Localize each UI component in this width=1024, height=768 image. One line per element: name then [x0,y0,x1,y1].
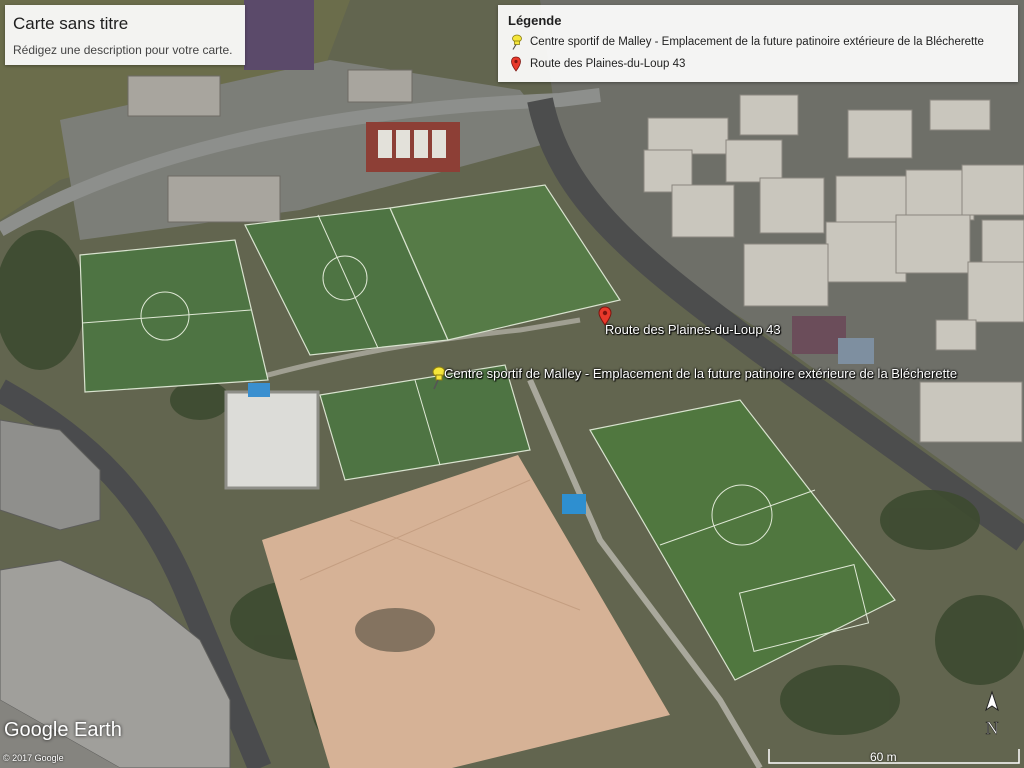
legend-item-address[interactable]: Route des Plaines-du-Loup 43 [508,56,1008,72]
north-arrow-icon[interactable]: N [980,690,1004,740]
copyright-text: © 2017 Google [3,753,64,763]
legend-item-label: Route des Plaines-du-Loup 43 [530,58,686,70]
address-placemark-label[interactable]: Route des Plaines-du-Loup 43 [605,322,781,337]
map-title-card[interactable]: Carte sans titre Rédigez une description… [5,5,245,65]
google-earth-logo: Google Earth [4,719,122,741]
sports-center-placemark-label[interactable]: Centre sportif de Malley - Emplacement d… [444,366,957,381]
legend-heading: Légende [508,13,562,28]
map-description: Rédigez une description pour votre carte… [13,43,233,57]
legend-item-label: Centre sportif de Malley - Emplacement d… [530,36,984,48]
legend-item-sports-center[interactable]: Centre sportif de Malley - Emplacement d… [508,34,1008,50]
aerial-imagery [0,0,1024,768]
legend-panel: Légende Centre sportif de Malley - Empla… [498,5,1018,82]
north-label: N [986,718,999,738]
satellite-map-view[interactable]: Route des Plaines-du-Loup 43 Centre spor… [0,0,1024,768]
scale-label: 60 m [870,750,897,764]
yellow-pushpin-icon [512,34,522,50]
red-pin-icon [511,56,521,72]
map-title: Carte sans titre [13,14,129,33]
